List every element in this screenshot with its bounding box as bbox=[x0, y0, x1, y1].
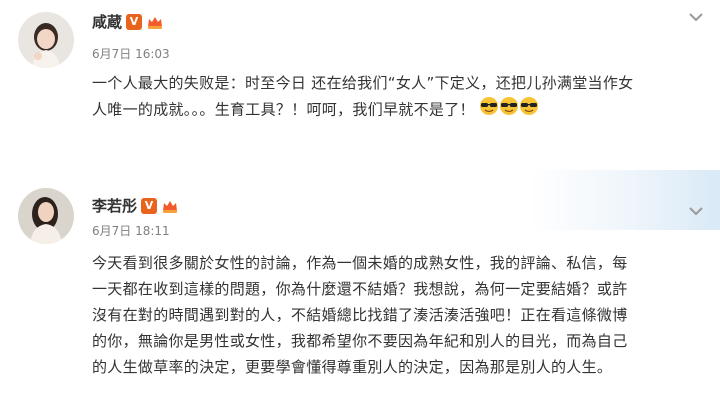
card-background-decoration bbox=[530, 170, 720, 230]
verified-v-badge: V bbox=[126, 14, 143, 30]
post-separator bbox=[0, 146, 720, 170]
avatar-image-icon bbox=[18, 188, 74, 244]
author-row: 咸蔵 V bbox=[92, 12, 164, 32]
author-name[interactable]: 咸蔵 bbox=[92, 12, 122, 32]
post-text-line-content: 人唯一的成就。。。生育工具？！呵呵，我们早就不是了！ bbox=[92, 100, 475, 119]
chevron-down-icon[interactable] bbox=[688, 202, 704, 216]
post-card: 咸蔵 V 6月7日 16:03 一个人最大的失败是：时至今日 还在给我们“女人”… bbox=[0, 0, 720, 146]
post-text-line: 一个人最大的失败是：时至今日 还在给我们“女人”下定义，还把儿孙满堂当作女 bbox=[92, 74, 634, 92]
cool-face-icon bbox=[498, 96, 520, 124]
post-time[interactable]: 6月7日 16:03 bbox=[92, 46, 170, 62]
verified-v-badge: V bbox=[141, 198, 158, 214]
author-name[interactable]: 李若彤 bbox=[92, 196, 137, 216]
avatar-image-icon bbox=[18, 12, 74, 68]
post-text: 今天看到很多關於女性的討論，作為一個未婚的成熟女性，我的評論、私信，每 一天都在… bbox=[92, 250, 704, 380]
post-text: 一个人最大的失败是：时至今日 还在给我们“女人”下定义，还把儿孙满堂当作女 人唯… bbox=[92, 70, 704, 124]
weibo-feed: 咸蔵 V 6月7日 16:03 一个人最大的失败是：时至今日 还在给我们“女人”… bbox=[0, 0, 720, 402]
cool-face-icon bbox=[478, 96, 500, 124]
avatar[interactable] bbox=[18, 188, 74, 244]
cool-face-icon bbox=[518, 96, 540, 124]
avatar[interactable] bbox=[18, 12, 74, 68]
post-text-line: 人唯一的成就。。。生育工具？！呵呵，我们早就不是了！ bbox=[92, 96, 704, 124]
post-text-line: 一天都在收到這樣的問題，你為什麼還不結婚？我想說，為何一定要結婚？或許 bbox=[92, 280, 628, 298]
post-card: 李若彤 V 6月7日 18:11 今天看到很多關於女性的討論，作為一個未婚的成熟… bbox=[0, 170, 720, 402]
post-text-line: 沒有在對的時間遇到對的人，不結婚總比找錯了湊活湊活強吧！正在看這條微博 bbox=[92, 306, 628, 324]
author-row: 李若彤 V bbox=[92, 196, 179, 216]
chevron-down-icon[interactable] bbox=[688, 8, 704, 22]
member-crown-icon bbox=[146, 14, 164, 30]
post-text-line: 的人生做草率的決定，更要學會懂得尊重別人的決定，因為那是別人的人生。 bbox=[92, 358, 613, 376]
post-time[interactable]: 6月7日 18:11 bbox=[92, 223, 170, 239]
member-crown-icon bbox=[161, 198, 179, 214]
post-text-line: 今天看到很多關於女性的討論，作為一個未婚的成熟女性，我的評論、私信，每 bbox=[92, 254, 628, 272]
post-text-line: 的你，無論你是男性或女性，我都希望你不要因為年紀和別人的目光，而為自己 bbox=[92, 332, 628, 350]
